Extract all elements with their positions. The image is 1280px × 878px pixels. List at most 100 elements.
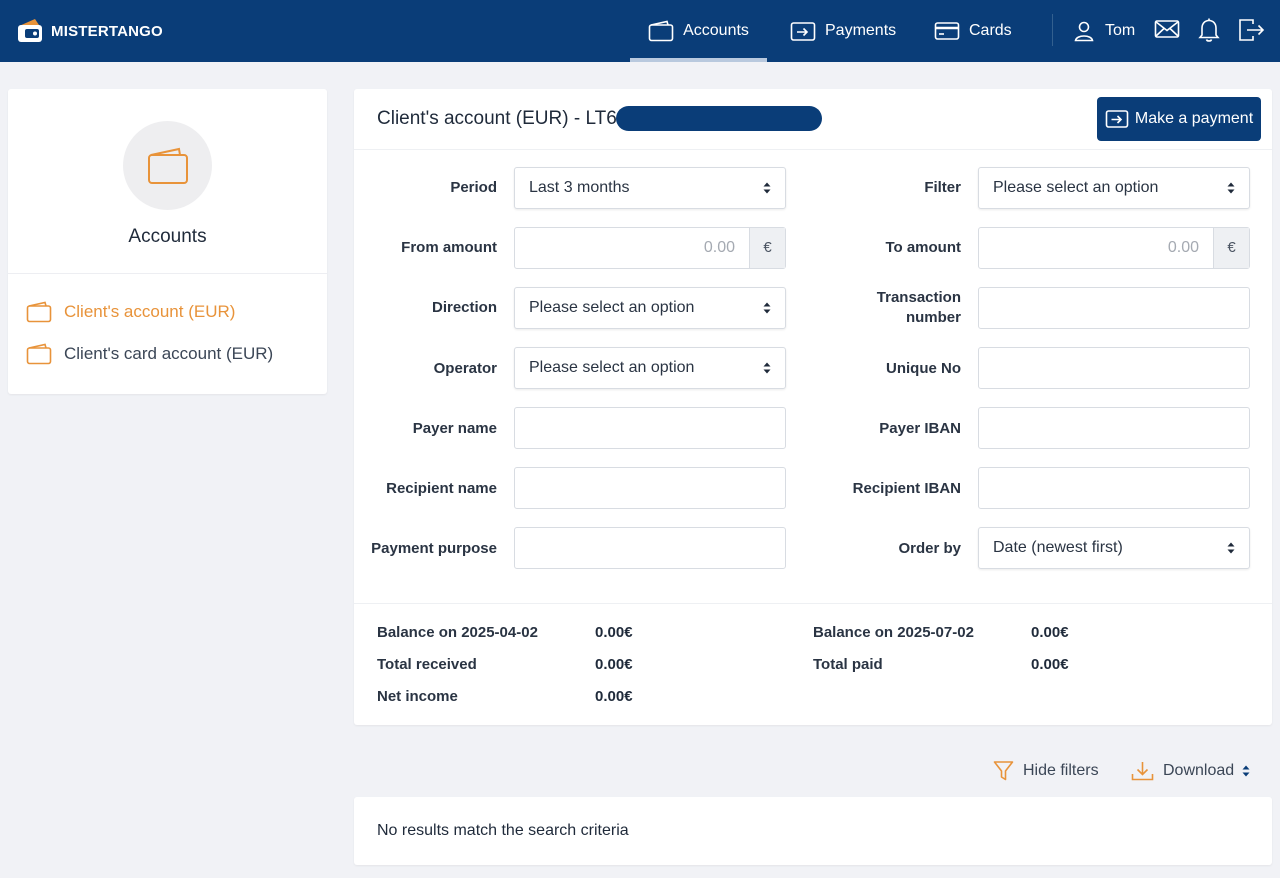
- order-by-value: Date (newest first): [993, 539, 1123, 556]
- download-button[interactable]: Download: [1131, 760, 1250, 782]
- recipient-name-label: Recipient name: [386, 480, 497, 497]
- recipient-name-input[interactable]: [514, 467, 786, 509]
- nav-cards-label: Cards: [969, 22, 1012, 39]
- wallet-icon: [26, 343, 52, 365]
- direction-select[interactable]: Please select an option: [514, 287, 786, 329]
- brand-logo[interactable]: MISTERTANGO: [16, 16, 163, 46]
- divider: [354, 603, 1272, 604]
- order-by-label: Order by: [898, 540, 961, 557]
- user-name: Tom: [1105, 22, 1136, 39]
- nav-accounts-label: Accounts: [683, 22, 749, 39]
- balance-closing-value: 0.00€: [1031, 624, 1069, 641]
- divider: [8, 273, 327, 274]
- payer-iban-input[interactable]: [978, 407, 1250, 449]
- recipient-iban-label: Recipient IBAN: [852, 480, 961, 497]
- direction-label: Direction: [431, 299, 497, 316]
- currency-addon: €: [1213, 228, 1249, 268]
- total-paid-label: Total paid: [813, 656, 883, 673]
- transaction-number-label: Transaction number: [819, 288, 961, 328]
- period-select[interactable]: Last 3 months: [514, 167, 786, 209]
- account-title: Client's account (EUR) - LT61: [377, 108, 628, 129]
- accounts-sidebar: Accounts Client's account (EUR) Client's…: [8, 89, 327, 394]
- total-received-value: 0.00€: [595, 656, 633, 673]
- funnel-icon: [993, 760, 1014, 782]
- payer-iban-label: Payer IBAN: [879, 420, 961, 437]
- order-by-select[interactable]: Date (newest first): [978, 527, 1250, 569]
- sidebar-title: Accounts: [128, 226, 207, 247]
- to-amount-placeholder: 0.00: [1167, 239, 1199, 256]
- download-icon: [1131, 760, 1154, 782]
- wallet-logo-icon: [16, 17, 46, 45]
- bell-icon[interactable]: [1198, 17, 1220, 43]
- hide-filters-button[interactable]: Hide filters: [993, 760, 1099, 782]
- period-value: Last 3 months: [529, 179, 630, 196]
- top-navbar: MISTERTANGO Accounts Payments Cards Tom: [0, 0, 1280, 62]
- filter-value: Please select an option: [993, 179, 1159, 196]
- transaction-number-label-line2: number: [905, 309, 961, 326]
- filter-select[interactable]: Please select an option: [978, 167, 1250, 209]
- sort-arrows-icon: [763, 302, 771, 314]
- from-amount-placeholder: 0.00: [703, 239, 735, 256]
- from-amount-label: From amount: [401, 239, 497, 256]
- redacted-iban: [616, 106, 822, 131]
- sidebar-item-label: Client's card account (EUR): [64, 344, 274, 363]
- transaction-number-label-line1: Transaction: [876, 289, 961, 306]
- brand-name: MISTERTANGO: [51, 22, 163, 40]
- currency-addon: €: [749, 228, 785, 268]
- unique-no-label: Unique No: [886, 360, 961, 377]
- transfer-icon: [1105, 109, 1129, 129]
- sort-arrows-icon: [1227, 182, 1235, 194]
- period-label: Period: [450, 179, 497, 196]
- mail-icon[interactable]: [1154, 18, 1180, 40]
- wallet-icon: [26, 301, 52, 323]
- sort-arrows-icon: [763, 362, 771, 374]
- logout-icon[interactable]: [1238, 17, 1266, 43]
- transaction-number-input[interactable]: [978, 287, 1250, 329]
- balance-opening-value: 0.00€: [595, 624, 633, 641]
- payment-purpose-label: Payment purpose: [371, 540, 497, 557]
- filter-label: Filter: [924, 179, 961, 196]
- make-payment-label: Make a payment: [1134, 110, 1254, 127]
- nav-payments[interactable]: Payments: [790, 0, 896, 62]
- total-paid-value: 0.00€: [1031, 656, 1069, 673]
- total-received-label: Total received: [377, 656, 477, 673]
- credit-card-icon: [934, 21, 960, 41]
- nav-accounts[interactable]: Accounts: [630, 0, 767, 62]
- download-label: Download: [1163, 762, 1235, 779]
- balance-closing-label: Balance on 2025-07-02: [813, 624, 974, 641]
- nav-cards[interactable]: Cards: [934, 0, 1012, 62]
- wallet-icon: [648, 20, 674, 42]
- nav-divider: [1052, 14, 1053, 46]
- nav-payments-label: Payments: [825, 22, 897, 39]
- net-income-label: Net income: [377, 688, 458, 705]
- direction-value: Please select an option: [529, 299, 695, 316]
- empty-results-message: No results match the search criteria: [377, 822, 629, 839]
- hide-filters-label: Hide filters: [1023, 762, 1099, 779]
- divider: [354, 149, 1272, 150]
- recipient-iban-input[interactable]: [978, 467, 1250, 509]
- account-filter-panel: Client's account (EUR) - LT61 Make a pay…: [354, 89, 1272, 725]
- operator-value: Please select an option: [529, 359, 695, 376]
- unique-no-input[interactable]: [978, 347, 1250, 389]
- sidebar-item-card-account[interactable]: Client's card account (EUR): [26, 343, 273, 365]
- transfer-icon: [790, 20, 816, 42]
- accounts-avatar: [123, 121, 212, 210]
- operator-select[interactable]: Please select an option: [514, 347, 786, 389]
- to-amount-input[interactable]: 0.00 €: [978, 227, 1250, 269]
- sidebar-item-label: Client's account (EUR): [64, 302, 236, 321]
- payer-name-input[interactable]: [514, 407, 786, 449]
- payment-purpose-input[interactable]: [514, 527, 786, 569]
- sort-arrows-icon: [763, 182, 771, 194]
- make-payment-button[interactable]: Make a payment: [1097, 97, 1261, 141]
- operator-label: Operator: [433, 360, 497, 377]
- sort-arrows-icon: [1242, 765, 1250, 777]
- from-amount-input[interactable]: 0.00 €: [514, 227, 786, 269]
- wallet-icon: [147, 147, 189, 185]
- net-income-value: 0.00€: [595, 688, 633, 705]
- results-panel: No results match the search criteria: [354, 797, 1272, 865]
- sidebar-item-clients-account[interactable]: Client's account (EUR): [26, 301, 235, 323]
- user-icon: [1072, 19, 1096, 43]
- payer-name-label: Payer name: [412, 420, 497, 437]
- to-amount-label: To amount: [885, 239, 961, 256]
- user-menu[interactable]: Tom: [1072, 0, 1135, 62]
